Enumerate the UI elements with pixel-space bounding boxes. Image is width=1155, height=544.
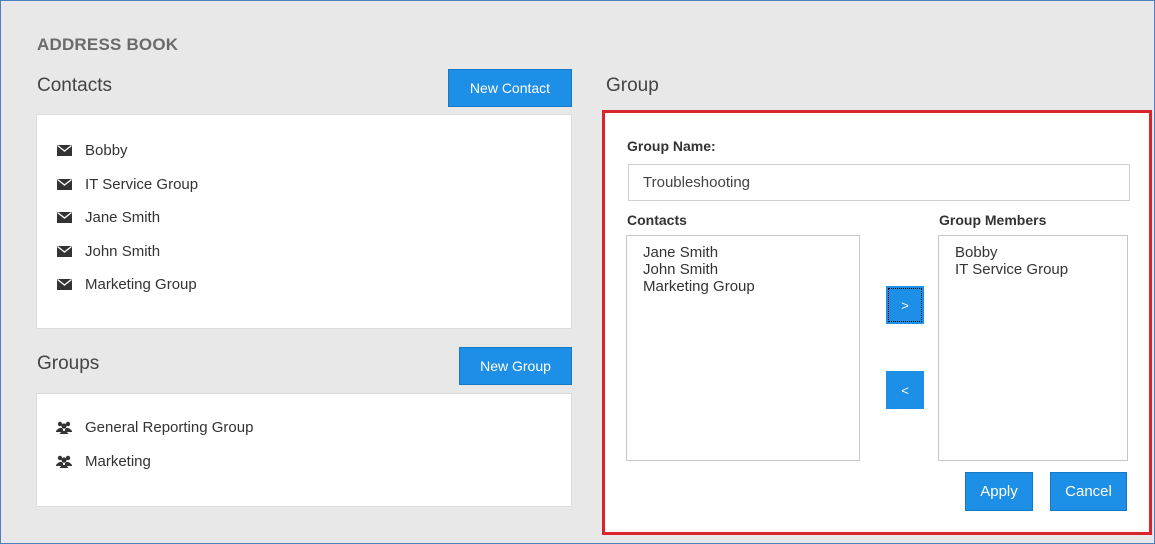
envelope-icon (55, 178, 73, 190)
cancel-button[interactable]: Cancel (1050, 472, 1127, 511)
listbox-option[interactable]: Jane Smith (643, 244, 859, 261)
envelope-icon (55, 279, 73, 291)
contact-name: John Smith (85, 242, 161, 260)
envelope-icon (55, 212, 73, 224)
contact-item[interactable]: John Smith (55, 235, 571, 269)
group-editor: Group Name: Contacts Group Members Jane … (602, 110, 1152, 535)
app-title: ADDRESS BOOK (37, 35, 179, 54)
group-heading: Group (606, 75, 659, 96)
listbox-option[interactable]: IT Service Group (955, 261, 1127, 278)
users-icon (55, 421, 73, 435)
group-name-input[interactable] (628, 164, 1130, 201)
apply-button[interactable]: Apply (965, 472, 1033, 511)
contacts-label: Contacts (627, 212, 687, 228)
group-members-label: Group Members (939, 212, 1047, 228)
new-group-button[interactable]: New Group (459, 347, 572, 385)
group-item[interactable]: Marketing (55, 445, 571, 479)
listbox-option[interactable]: Bobby (955, 244, 1127, 261)
new-contact-button[interactable]: New Contact (448, 69, 572, 107)
contact-item[interactable]: Bobby (55, 134, 571, 168)
app-window: ADDRESS BOOK Contacts New Contact Bobby … (0, 0, 1155, 544)
add-member-button[interactable]: > (886, 286, 924, 324)
listbox-option[interactable]: John Smith (643, 261, 859, 278)
groups-list: General Reporting Group Marketing (36, 393, 572, 507)
envelope-icon (55, 245, 73, 257)
group-members-listbox[interactable]: Bobby IT Service Group (938, 235, 1128, 461)
contact-item[interactable]: Jane Smith (55, 201, 571, 235)
listbox-option[interactable]: Marketing Group (643, 278, 859, 295)
contact-name: Jane Smith (85, 209, 161, 227)
contacts-heading: Contacts (37, 75, 112, 96)
group-name: Marketing (85, 452, 151, 470)
group-item[interactable]: General Reporting Group (55, 411, 571, 445)
contact-item[interactable]: Marketing Group (55, 268, 571, 302)
contact-name: IT Service Group (85, 175, 199, 193)
group-name: General Reporting Group (85, 419, 254, 437)
contact-name: Bobby (85, 142, 128, 160)
contact-item[interactable]: IT Service Group (55, 168, 571, 202)
groups-heading: Groups (37, 353, 100, 374)
group-name-label: Group Name: (627, 138, 716, 154)
contact-name: Marketing Group (85, 276, 197, 294)
available-contacts-listbox[interactable]: Jane Smith John Smith Marketing Group (626, 235, 860, 461)
remove-member-button[interactable]: < (886, 371, 924, 409)
users-icon (55, 455, 73, 468)
envelope-icon (55, 145, 73, 157)
contacts-list: Bobby IT Service Group Jane Smith John S… (36, 114, 572, 329)
